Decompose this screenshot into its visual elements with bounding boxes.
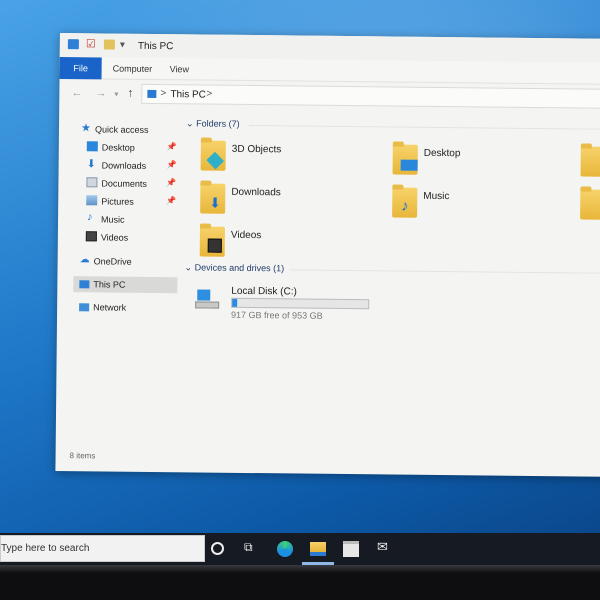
search-placeholder: Type here to search [1, 543, 90, 554]
nav-item-documents[interactable]: Documents 📌 [74, 175, 180, 192]
collapse-chevron-icon: ⌄ [184, 262, 193, 273]
task-view-icon[interactable]: ⧉ [244, 540, 260, 556]
nav-item-label: Music [100, 214, 125, 225]
star-icon: ★ [80, 122, 91, 135]
taskbar: Type here to search ⧉ ✉ [0, 533, 600, 565]
file-explorer-icon[interactable] [310, 542, 326, 556]
breadcrumb-this-pc[interactable]: This PC [170, 89, 206, 100]
mail-icon[interactable]: ✉ [377, 539, 393, 555]
downloads-folder-icon: ⬇ [200, 183, 226, 214]
drive-usage-bar [231, 297, 370, 310]
tab-view[interactable]: View [170, 64, 189, 74]
breadcrumb-chevron[interactable]: > [206, 89, 212, 100]
network-icon [79, 303, 90, 312]
status-item-count: 8 items [69, 451, 96, 461]
nav-this-pc-label: This PC [93, 279, 126, 290]
pin-icon: 📌 [166, 178, 177, 188]
quick-access-dropdown-icon[interactable]: ▾ [120, 40, 125, 51]
this-pc-small-icon [67, 39, 79, 50]
properties-icon[interactable]: ☑ [86, 37, 96, 50]
up-arrow-icon[interactable]: ↑ [127, 86, 133, 100]
back-arrow-icon[interactable]: ← [71, 87, 82, 99]
music-folder-icon: ♪ [392, 187, 418, 218]
folder-tile-videos[interactable]: Videos [198, 224, 378, 266]
this-pc-icon [79, 280, 90, 289]
folder-label: Music [423, 190, 450, 203]
videos-icon [85, 231, 97, 242]
address-bar-row: ← → ▾ ↑ > This PC > [59, 80, 600, 112]
folder-tile-documents-partial[interactable] [578, 144, 600, 184]
nav-item-music[interactable]: ♪ Music [74, 211, 180, 228]
drive-usage-fill [232, 298, 238, 307]
nav-item-label: Pictures [101, 196, 134, 207]
folder-label: Videos [230, 229, 262, 242]
nav-item-pictures[interactable]: Pictures 📌 [74, 193, 180, 210]
nav-item-label: Desktop [101, 142, 135, 153]
edge-icon[interactable] [277, 541, 293, 557]
devices-group-header[interactable]: ⌄ Devices and drives (1) [184, 262, 285, 274]
cloud-icon: ☁ [79, 254, 90, 266]
nav-item-label: Videos [100, 232, 129, 243]
bezel-shadow [0, 565, 600, 573]
nav-item-videos[interactable]: Videos [74, 229, 180, 246]
taskbar-search-box[interactable]: Type here to search [0, 535, 205, 562]
nav-item-downloads[interactable]: ⬇ Downloads 📌 [75, 157, 181, 174]
drive-name: Local Disk (C:) [231, 285, 297, 298]
desktop-folder-icon [392, 144, 418, 175]
3d-objects-folder-icon [200, 140, 226, 171]
pin-icon: 📌 [166, 142, 177, 152]
folders-divider [249, 124, 600, 130]
nav-onedrive[interactable]: ☁ OneDrive [74, 253, 180, 270]
recent-locations-icon[interactable]: ▾ [114, 90, 118, 99]
forward-arrow-icon[interactable]: → [95, 87, 106, 99]
drive-free-space: 917 GB free of 953 GB [231, 309, 323, 321]
nav-item-desktop[interactable]: Desktop 📌 [75, 139, 181, 156]
drive-tile-local-disk[interactable]: Local Disk (C:) 917 GB free of 953 GB [195, 283, 395, 325]
nav-quick-access-label: Quick access [94, 124, 149, 135]
nav-network[interactable]: Network [73, 299, 179, 316]
store-icon[interactable] [343, 541, 359, 557]
nav-onedrive-label: OneDrive [93, 256, 132, 267]
folder-label: 3D Objects [231, 143, 282, 156]
folders-header-label: Folders (7) [196, 118, 240, 129]
this-pc-address-icon [147, 89, 157, 99]
music-icon: ♪ [87, 211, 93, 224]
tab-file[interactable]: File [59, 56, 102, 80]
nav-quick-access[interactable]: ★ Quick access [75, 121, 181, 138]
folder-tile-pictures-partial[interactable] [578, 187, 600, 227]
window-title: This PC [137, 40, 174, 53]
collapse-chevron-icon: ⌄ [186, 118, 194, 129]
devices-divider [289, 269, 600, 274]
tab-computer[interactable]: Computer [113, 64, 153, 74]
documents-icon [86, 177, 98, 188]
breadcrumb-separator[interactable]: > [160, 88, 166, 99]
navigation-pane: ★ Quick access Desktop 📌 ⬇ Downloads 📌 D… [73, 119, 181, 313]
folder-tile-3d-objects[interactable]: 3D Objects [198, 138, 378, 180]
nav-this-pc[interactable]: This PC [73, 276, 178, 294]
devices-header-label: Devices and drives (1) [194, 262, 285, 274]
cortana-circle-icon[interactable] [211, 542, 224, 555]
folder-label: Desktop [423, 147, 461, 160]
hard-drive-icon [195, 289, 220, 309]
folders-group-header[interactable]: ⌄ Folders (7) [186, 118, 240, 130]
folder-label: Downloads [231, 186, 281, 199]
address-box[interactable]: > This PC > [141, 83, 600, 109]
nav-item-label: Documents [101, 178, 148, 189]
nav-item-label: Downloads [101, 160, 147, 171]
folder-tile-desktop[interactable]: Desktop [390, 142, 570, 184]
documents-folder-icon [580, 146, 600, 177]
folder-tile-downloads[interactable]: ⬇ Downloads [198, 181, 378, 223]
pictures-icon [86, 195, 98, 206]
nav-network-label: Network [93, 302, 127, 313]
file-explorer-window: ☑ ▾ This PC File Computer View ← → ▾ ↑ >… [55, 33, 600, 477]
downloads-icon: ⬇ [86, 158, 96, 171]
pin-icon: 📌 [166, 160, 177, 170]
videos-folder-icon [199, 226, 225, 257]
pin-icon: 📌 [166, 196, 177, 206]
new-folder-icon[interactable] [103, 39, 115, 50]
pictures-folder-icon [580, 189, 600, 220]
folder-tile-music[interactable]: ♪ Music [390, 185, 570, 227]
desktop-icon [86, 141, 98, 152]
